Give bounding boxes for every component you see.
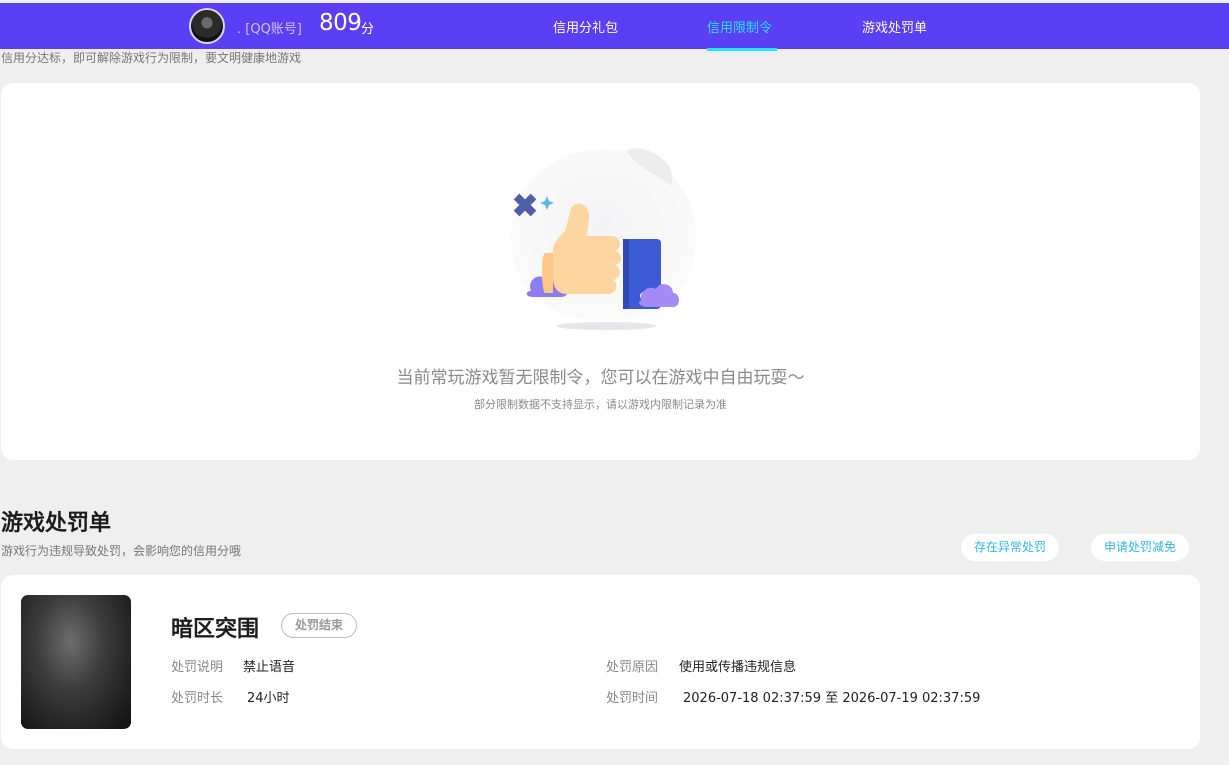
game-cover-image <box>21 595 131 729</box>
section-subtitle: 游戏行为违规导致处罚，会影响您的信用分哦 <box>1 544 242 558</box>
empty-state-subtitle: 部分限制数据不支持显示，请以游戏内限制记录为准 <box>474 398 727 411</box>
restriction-card: 当前常玩游戏暂无限制令，您可以在游戏中自由玩耍～ 部分限制数据不支持显示，请以游… <box>1 83 1200 460</box>
abnormal-punishment-button[interactable]: 存在异常处罚 <box>961 534 1060 561</box>
duration-value: 24小时 <box>247 691 290 706</box>
thumbs-up-icon <box>511 148 696 330</box>
status-badge: 处罚结束 <box>281 613 358 638</box>
game-name: 暗区突围 <box>171 617 260 642</box>
avatar[interactable] <box>189 8 225 44</box>
tab-game-punishment[interactable]: 游戏处罚单 <box>862 17 927 36</box>
desc-label: 处罚说明 <box>171 660 224 675</box>
credit-score-unit: 分 <box>361 22 375 37</box>
reason-value: 使用或传播违规信息 <box>679 660 797 675</box>
credit-score: 809 <box>319 10 362 36</box>
tab-credit-restriction[interactable]: 信用限制令 <box>707 17 772 36</box>
tab-credit-gift[interactable]: 信用分礼包 <box>553 17 618 36</box>
desc-value: 禁止语音 <box>243 660 296 675</box>
apply-reduction-button[interactable]: 申请处罚减免 <box>1091 534 1190 561</box>
account-label: . [QQ账号] <box>237 22 302 37</box>
time-value: 2026-07-18 02:37:59 至 2026-07-19 02:37:5… <box>683 691 981 706</box>
active-tab-indicator <box>707 48 777 51</box>
time-label: 处罚时间 <box>606 691 659 706</box>
empty-state-title: 当前常玩游戏暂无限制令，您可以在游戏中自由玩耍～ <box>396 368 805 388</box>
punishment-card[interactable]: 暗区突围 处罚结束 处罚说明 禁止语音 处罚原因 使用或传播违规信息 处罚时长 … <box>1 575 1200 749</box>
top-bar: . [QQ账号] 809 分 信用分礼包 信用限制令 游戏处罚单 <box>0 3 1229 51</box>
restriction-tip: 信用分达标，即可解除游戏行为限制，要文明健康地游戏 <box>1 51 302 65</box>
duration-label: 处罚时长 <box>171 691 224 706</box>
section-title: 游戏处罚单 <box>1 511 112 536</box>
reason-label: 处罚原因 <box>606 660 659 675</box>
